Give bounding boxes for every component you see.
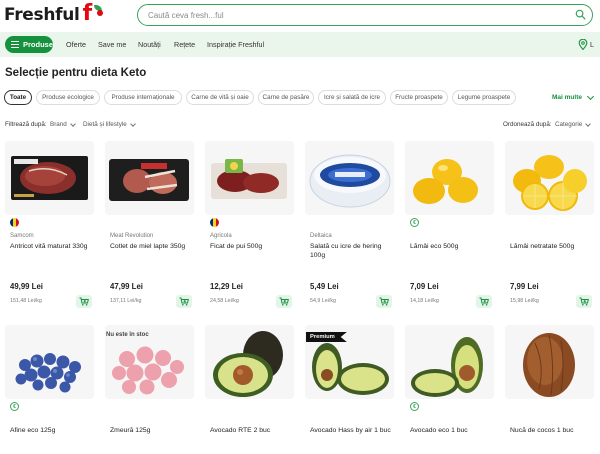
cart-plus-icon [479,297,489,306]
nav-item-inspiratie[interactable]: Inspirație Freshful [207,40,264,49]
cart-plus-icon [179,297,189,306]
produse-menu-button[interactable]: Produse [5,36,53,53]
chip-produse-ecologice[interactable]: Produse ecologice [36,90,100,105]
menu-icon [11,41,19,49]
chevron-down-icon [129,120,136,127]
product-unit-price: 24,58 Lei/kg [210,298,239,304]
product-price: 7,09 Lei [410,282,439,291]
product-image[interactable] [205,325,294,399]
nav-location-text[interactable]: L [590,40,594,49]
product-price: 49,99 Lei [10,282,43,291]
nav-item-retete[interactable]: Rețete [174,40,195,49]
chevron-down-icon [586,92,595,100]
cart-plus-icon [379,297,389,306]
sort-dropdown[interactable]: Categorie [555,120,592,128]
search-bar [137,4,593,26]
nav-item-save-me[interactable]: Save me [98,40,126,49]
product-price: 12,29 Lei [210,282,243,291]
chevron-down-icon [69,120,76,127]
product-brand: Deltaica [310,233,332,239]
product-image[interactable] [405,325,494,399]
chevron-down-icon [585,120,592,127]
mai-multe-button[interactable]: Mai multe [552,92,595,101]
product-name[interactable]: Avocado eco 1 buc [410,426,495,435]
eco-badge-icon: € [410,402,419,411]
product-price: 47,99 Lei [110,282,143,291]
product-unit-price: 137,11 Lei/kg [110,298,142,304]
product-image[interactable] [405,141,494,215]
eco-badge-icon: € [410,218,419,227]
product-image[interactable] [305,141,394,215]
product-unit-price: 14,18 Lei/kg [410,298,439,304]
product-unit-price: 54,9 Lei/kg [310,298,336,304]
product-name[interactable]: Afine eco 125g [10,426,95,435]
add-to-cart-button[interactable] [576,295,592,308]
nav-item-noutati[interactable]: Noutăți [138,40,161,49]
produse-label: Produse [22,40,53,49]
product-unit-price: 151,48 Lei/kg [10,298,42,304]
header: Freshful f [0,0,600,30]
product-price: 7,99 Lei [510,282,539,291]
cart-plus-icon [579,297,589,306]
product-name[interactable]: Nucă de cocos 1 buc [510,426,595,435]
add-to-cart-button[interactable] [376,295,392,308]
diet-filter-label: Dietă și lifestyle [83,121,127,128]
product-name[interactable]: Zmeură 125g [110,426,195,435]
product-name[interactable]: Antricot vită maturat 330g [10,242,95,251]
product-image[interactable] [5,325,94,399]
product-image[interactable] [105,141,194,215]
product-brand: Samcom [10,233,34,239]
location-pin-icon[interactable] [578,39,588,50]
sort-value: Categorie [555,121,583,128]
product-image[interactable] [505,141,594,215]
chip-carne-vita-oaie[interactable]: Carne de vită și oaie [186,90,254,105]
product-name[interactable]: Ficat de pui 500g [210,242,295,251]
add-to-cart-button[interactable] [76,295,92,308]
product-brand: Agricola [210,233,232,239]
product-brand: Meat Revolution [110,233,154,239]
product-name[interactable]: Salată cu icre de hering 100g [310,242,395,260]
chip-fructe-proaspete[interactable]: Fructe proaspete [390,90,448,105]
chip-legume-proaspete[interactable]: Legume proaspete [452,90,516,105]
cart-plus-icon [79,297,89,306]
search-input[interactable] [148,8,568,22]
eco-badge-icon: € [10,402,19,411]
out-of-stock-badge: Nu este în stoc [106,332,149,338]
romania-flag-icon [10,218,19,227]
product-image[interactable] [205,141,294,215]
brand-filter-label: Brand [50,121,67,128]
romania-flag-icon [210,218,219,227]
add-to-cart-button[interactable] [476,295,492,308]
chip-carne-pasare[interactable]: Carne de pasăre [258,90,314,105]
mai-multe-label: Mai multe [552,94,582,101]
logo-mark-icon: f [83,3,103,26]
cart-plus-icon [279,297,289,306]
chip-icre[interactable]: Icre și salată de icre [318,90,386,105]
product-image[interactable] [5,141,94,215]
product-name[interactable]: Cotlet de miel lapte 350g [110,242,195,251]
add-to-cart-button[interactable] [176,295,192,308]
filter-label: Filtrează după: [5,121,47,128]
premium-badge: Premium [306,332,347,342]
search-icon[interactable] [575,9,586,20]
product-name[interactable]: Avocado Hass by air 1 buc [310,426,395,435]
add-to-cart-button[interactable] [276,295,292,308]
main-nav [0,32,600,57]
product-name[interactable]: Avocado RTE 2 buc [210,426,295,435]
page-title: Selecție pentru dieta Keto [5,67,147,79]
product-price: 5,49 Lei [310,282,339,291]
logo-text: Freshful [4,5,80,25]
product-image[interactable] [505,325,594,399]
freshful-logo[interactable]: Freshful f [4,3,103,27]
product-name[interactable]: Lămâi netratate 500g [510,242,595,251]
product-name[interactable]: Lămâi eco 500g [410,242,495,251]
nav-item-oferte[interactable]: Oferte [66,40,86,49]
brand-filter-dropdown[interactable]: Brand [50,120,76,128]
product-unit-price: 15,98 Lei/kg [510,298,539,304]
sort-label: Ordonează după: [503,121,552,128]
chip-toate[interactable]: Toate [4,90,32,105]
diet-filter-dropdown[interactable]: Dietă și lifestyle [83,120,136,128]
chip-produse-internationale[interactable]: Produse internaționale [104,90,182,105]
